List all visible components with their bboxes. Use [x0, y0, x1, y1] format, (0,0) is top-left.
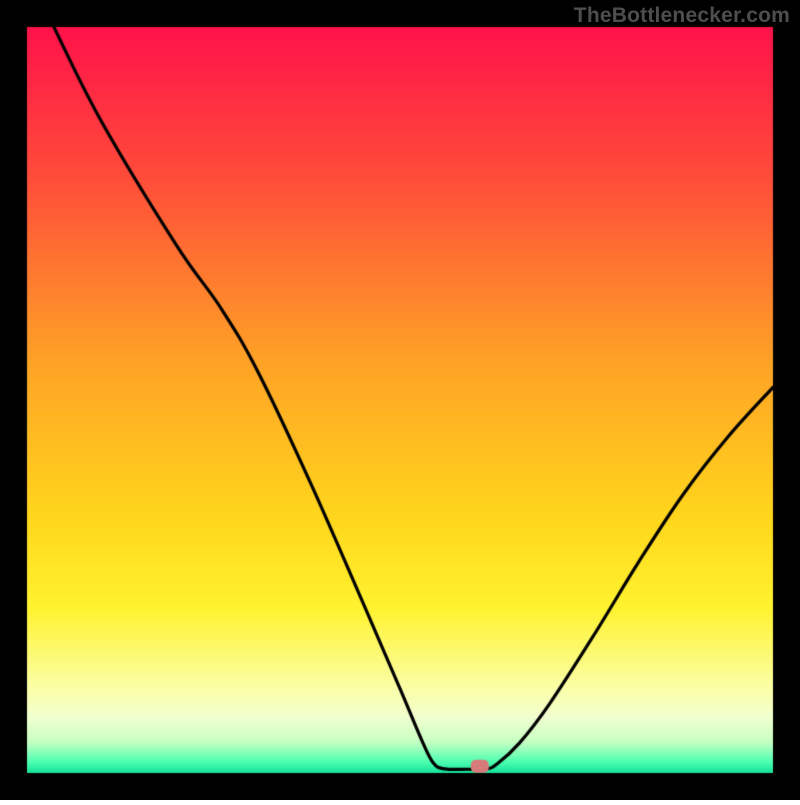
chart-stage: TheBottlenecker.com [0, 0, 800, 800]
chart-canvas-wrap [0, 0, 800, 800]
watermark-text: TheBottlenecker.com [574, 4, 790, 28]
chart-canvas [0, 0, 800, 800]
